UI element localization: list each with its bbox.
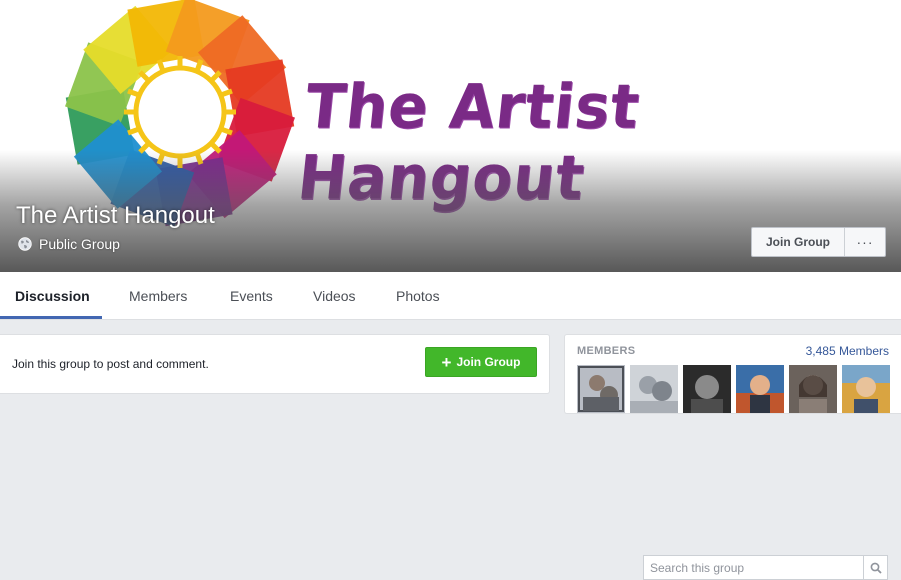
avatar[interactable] bbox=[683, 365, 731, 413]
search-icon bbox=[870, 562, 882, 574]
avatar[interactable] bbox=[736, 365, 784, 413]
search-input[interactable] bbox=[644, 556, 863, 579]
join-group-green-button[interactable]: + Join Group bbox=[425, 347, 537, 377]
tab-discussion[interactable]: Discussion bbox=[15, 272, 90, 320]
members-heading: MEMBERS bbox=[577, 345, 636, 357]
more-icon: ··· bbox=[856, 234, 874, 250]
active-tab-indicator bbox=[0, 316, 102, 319]
join-prompt-text: Join this group to post and comment. bbox=[12, 357, 209, 371]
join-group-button[interactable]: Join Group bbox=[752, 228, 845, 256]
members-card: MEMBERS 3,485 Members bbox=[564, 334, 901, 414]
member-avatars bbox=[577, 365, 890, 413]
group-privacy[interactable]: Public Group bbox=[18, 236, 120, 252]
plus-icon: + bbox=[441, 352, 452, 372]
search-button[interactable] bbox=[863, 556, 887, 579]
privacy-label: Public Group bbox=[39, 236, 120, 252]
globe-icon bbox=[18, 237, 32, 251]
avatar[interactable] bbox=[842, 365, 890, 413]
avatar[interactable] bbox=[789, 365, 837, 413]
tab-photos[interactable]: Photos bbox=[396, 272, 440, 320]
join-prompt-card: Join this group to post and comment. + J… bbox=[0, 334, 550, 394]
cover-photo[interactable]: The Artist Hangout The Artist Hangout Pu… bbox=[0, 0, 901, 272]
avatar[interactable] bbox=[630, 365, 678, 413]
more-options-button[interactable]: ··· bbox=[845, 228, 885, 256]
join-group-label: Join Group bbox=[456, 355, 521, 369]
cover-actions: Join Group ··· bbox=[751, 227, 886, 257]
group-search bbox=[643, 555, 888, 580]
group-tabs: Discussion Members Events Videos Photos bbox=[0, 272, 901, 580]
tab-events[interactable]: Events bbox=[230, 272, 273, 320]
tab-videos[interactable]: Videos bbox=[313, 272, 356, 320]
avatar[interactable] bbox=[577, 365, 625, 413]
members-count-link[interactable]: 3,485 Members bbox=[806, 344, 889, 358]
tab-members[interactable]: Members bbox=[129, 272, 187, 320]
group-title[interactable]: The Artist Hangout bbox=[16, 202, 215, 230]
